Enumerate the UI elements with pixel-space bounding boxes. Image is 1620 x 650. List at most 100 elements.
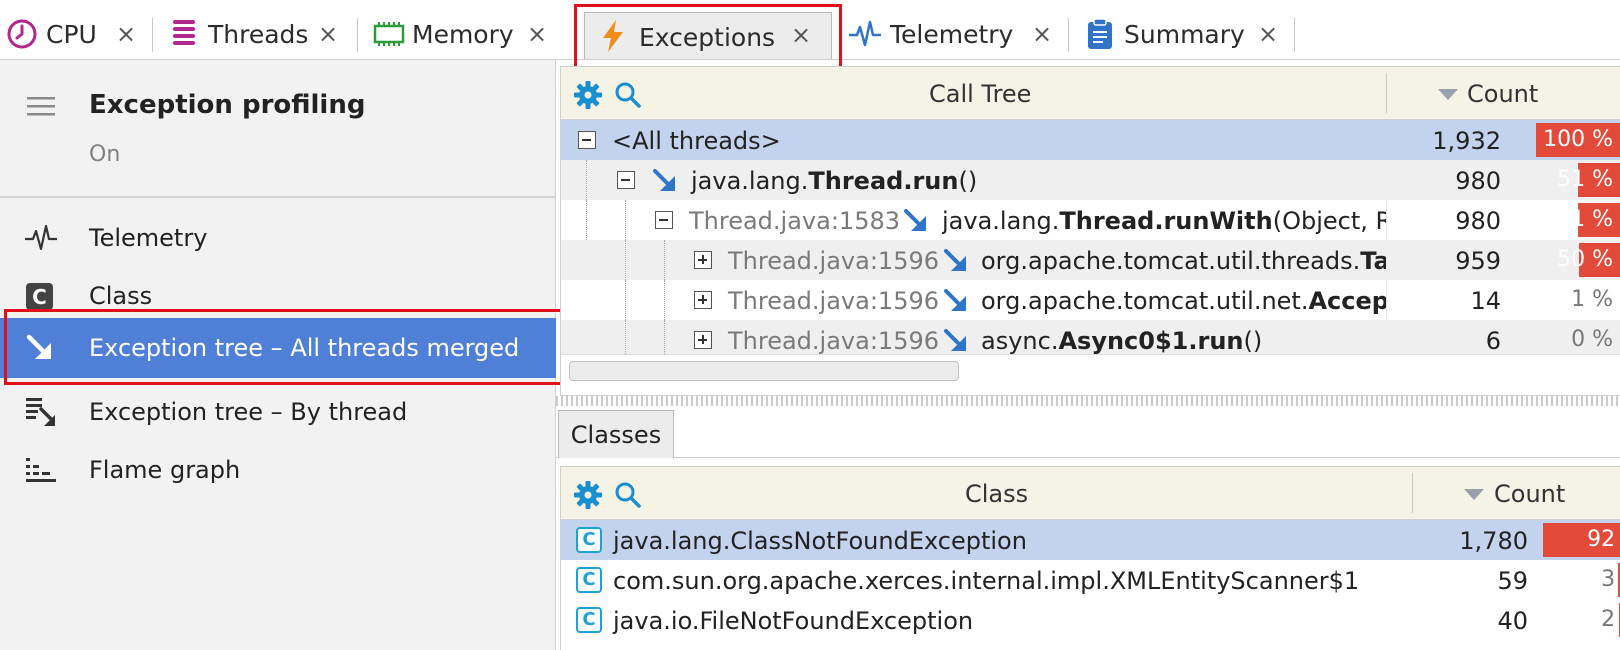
class-row[interactable]: C java.io.FileNotFoundException 40 2 % — [561, 600, 1620, 640]
source-location: Thread.java:1596 — [728, 247, 939, 275]
lightning-icon — [603, 20, 623, 52]
close-icon[interactable]: × — [318, 20, 338, 48]
close-icon[interactable]: × — [1258, 20, 1278, 48]
sidebar-item-flame-graph[interactable]: Flame graph — [0, 440, 556, 500]
tab-divider — [152, 18, 153, 52]
split-pane-divider[interactable] — [556, 396, 1620, 406]
percent-label: 100 % — [1543, 127, 1613, 152]
column-divider[interactable] — [1386, 73, 1387, 113]
call-arrow-icon — [653, 169, 675, 191]
class-row[interactable]: C java.lang.ClassNotFoundException 1,780… — [561, 520, 1620, 560]
tab-memory[interactable]: Memory × — [372, 10, 547, 58]
tab-summary-label: Summary — [1124, 19, 1245, 49]
class-icon: C — [576, 567, 602, 593]
call-tree-view: Call Tree Count <All threads> 1,932 100 … — [560, 66, 1620, 396]
percent-label: 51 % — [1557, 167, 1613, 192]
collapse-icon[interactable] — [655, 211, 673, 229]
row-count: 1,932 — [1432, 127, 1501, 155]
tree-row[interactable]: java.lang.Thread.run() 980 51 % — [561, 160, 1620, 200]
sidebar-item-label: Exception tree – All threads merged — [89, 334, 520, 362]
call-arrow-icon — [944, 249, 966, 271]
percent-cell: 0 % — [1536, 323, 1620, 354]
call-tree-column-title[interactable]: Call Tree — [929, 80, 1031, 108]
tab-exceptions[interactable]: Exceptions × — [584, 12, 832, 59]
gear-icon[interactable] — [573, 80, 603, 110]
row-count: 959 — [1455, 247, 1501, 275]
tree-guide-line — [586, 200, 587, 240]
source-location: Thread.java:1596 — [728, 287, 939, 315]
percent-label: 1 % — [1571, 287, 1613, 312]
clock-icon — [7, 19, 37, 49]
percent-label: 0 % — [1571, 327, 1613, 352]
percent-cell: 2 % — [1536, 603, 1620, 637]
view-tab-bar: CPU × Threads × Memory × Exceptions × Te… — [0, 0, 1620, 70]
close-icon[interactable]: × — [527, 20, 547, 48]
horizontal-scrollbar[interactable] — [561, 354, 1620, 394]
tab-divider — [1294, 18, 1295, 52]
tab-memory-label: Memory — [412, 19, 514, 49]
tree-guide-line — [664, 320, 665, 354]
tree-row[interactable]: Thread.java:1596 async.Async0$1.run() 6 … — [561, 320, 1620, 354]
exception-arrow-icon — [26, 334, 51, 359]
method-name: java.lang.Thread.runWith(Object, Runnabl… — [942, 207, 1386, 235]
tab-classes[interactable]: Classes — [558, 410, 674, 458]
sidebar-item-label: Class — [89, 282, 153, 310]
panel-title: Exception profiling — [89, 90, 366, 120]
sidebar-item-label: Flame graph — [89, 456, 241, 484]
classes-view: Class Count C java.lang.ClassNotFoundExc… — [560, 466, 1620, 650]
memory-chip-icon — [373, 22, 405, 46]
scrollbar-thumb[interactable] — [569, 361, 959, 381]
profiling-status[interactable]: On — [89, 142, 120, 167]
search-icon[interactable] — [613, 80, 643, 110]
expand-icon[interactable] — [694, 331, 712, 349]
expand-icon[interactable] — [694, 251, 712, 269]
percent-cell: 100 % — [1536, 123, 1620, 157]
tab-divider — [1068, 18, 1069, 52]
expand-icon[interactable] — [694, 291, 712, 309]
hamburger-menu-icon[interactable] — [27, 96, 57, 118]
collapse-icon[interactable] — [617, 171, 635, 189]
call-arrow-icon — [904, 209, 926, 231]
count-column-header[interactable]: Count — [1467, 80, 1538, 108]
search-icon[interactable] — [613, 480, 643, 510]
sidebar-item-telemetry[interactable]: Telemetry — [0, 208, 556, 268]
tree-node-label: <All threads> — [612, 127, 781, 155]
tree-row[interactable]: Thread.java:1596 org.apache.tomcat.util.… — [561, 280, 1620, 320]
tree-guide-line — [625, 280, 626, 320]
flame-graph-icon — [26, 458, 56, 482]
count-column-header[interactable]: Count — [1494, 480, 1565, 508]
tab-telemetry[interactable]: Telemetry × — [848, 10, 1052, 58]
sidebar-item-exception-tree-merged[interactable]: Exception tree – All threads merged — [0, 318, 556, 378]
class-icon: C — [576, 607, 602, 633]
tree-row[interactable]: <All threads> 1,932 100 % — [561, 120, 1620, 160]
tree-row[interactable]: Thread.java:1583 java.lang.Thread.runWit… — [561, 200, 1620, 240]
percent-label: 2 % — [1601, 607, 1620, 632]
close-icon[interactable]: × — [791, 21, 811, 49]
sidebar-item-class[interactable]: C Class — [0, 266, 556, 326]
call-arrow-icon — [944, 289, 966, 311]
tab-threads[interactable]: Threads × — [170, 10, 338, 58]
class-name: java.lang.ClassNotFoundException — [613, 527, 1027, 555]
collapse-icon[interactable] — [578, 131, 596, 149]
tab-cpu[interactable]: CPU × — [6, 10, 136, 58]
panel-header: Exception profiling On — [0, 60, 556, 198]
percent-cell: 92 % — [1536, 523, 1620, 557]
sidebar-item-exception-tree-by-thread[interactable]: Exception tree – By thread — [0, 382, 556, 442]
percent-label: 3 % — [1601, 567, 1620, 592]
percent-label: 50 % — [1557, 247, 1613, 272]
row-count: 980 — [1455, 167, 1501, 195]
row-count: 14 — [1470, 287, 1501, 315]
tree-guide-line — [664, 240, 665, 280]
class-column-title[interactable]: Class — [965, 480, 1028, 508]
method-name: java.lang.Thread.run() — [691, 167, 978, 195]
class-row[interactable]: C com.sun.org.apache.xerces.internal.imp… — [561, 560, 1620, 600]
sort-descending-icon[interactable] — [1464, 489, 1484, 500]
gear-icon[interactable] — [573, 480, 603, 510]
close-icon[interactable]: × — [1032, 20, 1052, 48]
exception-by-thread-icon — [26, 398, 55, 426]
sort-descending-icon[interactable] — [1438, 89, 1458, 100]
close-icon[interactable]: × — [116, 20, 136, 48]
tab-summary[interactable]: Summary × — [1086, 10, 1278, 58]
tree-row[interactable]: Thread.java:1596 org.apache.tomcat.util.… — [561, 240, 1620, 280]
column-divider[interactable] — [1412, 473, 1413, 513]
